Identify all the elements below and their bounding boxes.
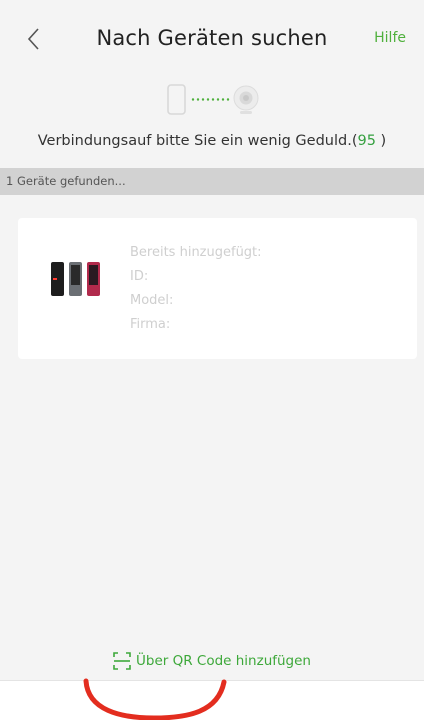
- connection-illustration: [167, 84, 259, 115]
- devices-found-bar: 1 Geräte gefunden...: [0, 168, 424, 195]
- qr-scan-icon: [113, 652, 131, 670]
- phone-icon: [167, 84, 186, 115]
- status-text: Verbindungsauf bitte Sie ein wenig Gedul…: [37, 133, 358, 149]
- camera-silver: [69, 262, 82, 296]
- qr-button-content: Über QR Code hinzufügen: [113, 652, 311, 670]
- app-screen: Nach Geräten suchen Hilfe Verbindungsauf…: [0, 0, 424, 681]
- dotted-link-icon: [191, 98, 230, 101]
- device-card[interactable]: Bereits hinzugefügt: ID: Model: Firma:: [18, 218, 417, 359]
- page-title: Nach Geräten suchen: [96, 26, 328, 50]
- camera-red: [87, 262, 100, 296]
- countdown-value: 95: [357, 133, 376, 149]
- device-thumbnail: [51, 262, 100, 296]
- status-closing: ): [375, 133, 387, 149]
- device-id: ID:: [130, 269, 149, 284]
- qr-button-label: Über QR Code hinzufügen: [136, 653, 311, 669]
- connection-status-message: Verbindungsauf bitte Sie ein wenig Gedul…: [0, 133, 424, 149]
- devices-found-text: 1 Geräte gefunden...: [6, 174, 126, 188]
- camera-black: [51, 262, 64, 296]
- device-info: Bereits hinzugefügt: ID: Model: Firma:: [130, 241, 262, 337]
- add-via-qr-button[interactable]: Über QR Code hinzufügen: [0, 640, 424, 680]
- help-link[interactable]: Hilfe: [374, 30, 406, 46]
- nav-bar: Nach Geräten suchen Hilfe: [0, 0, 424, 75]
- annotation-mark: [83, 678, 227, 720]
- device-model: Model:: [130, 293, 174, 308]
- device-company: Firma:: [130, 317, 171, 332]
- camera-icon: [233, 85, 259, 114]
- device-already-added: Bereits hinzugefügt:: [130, 245, 262, 260]
